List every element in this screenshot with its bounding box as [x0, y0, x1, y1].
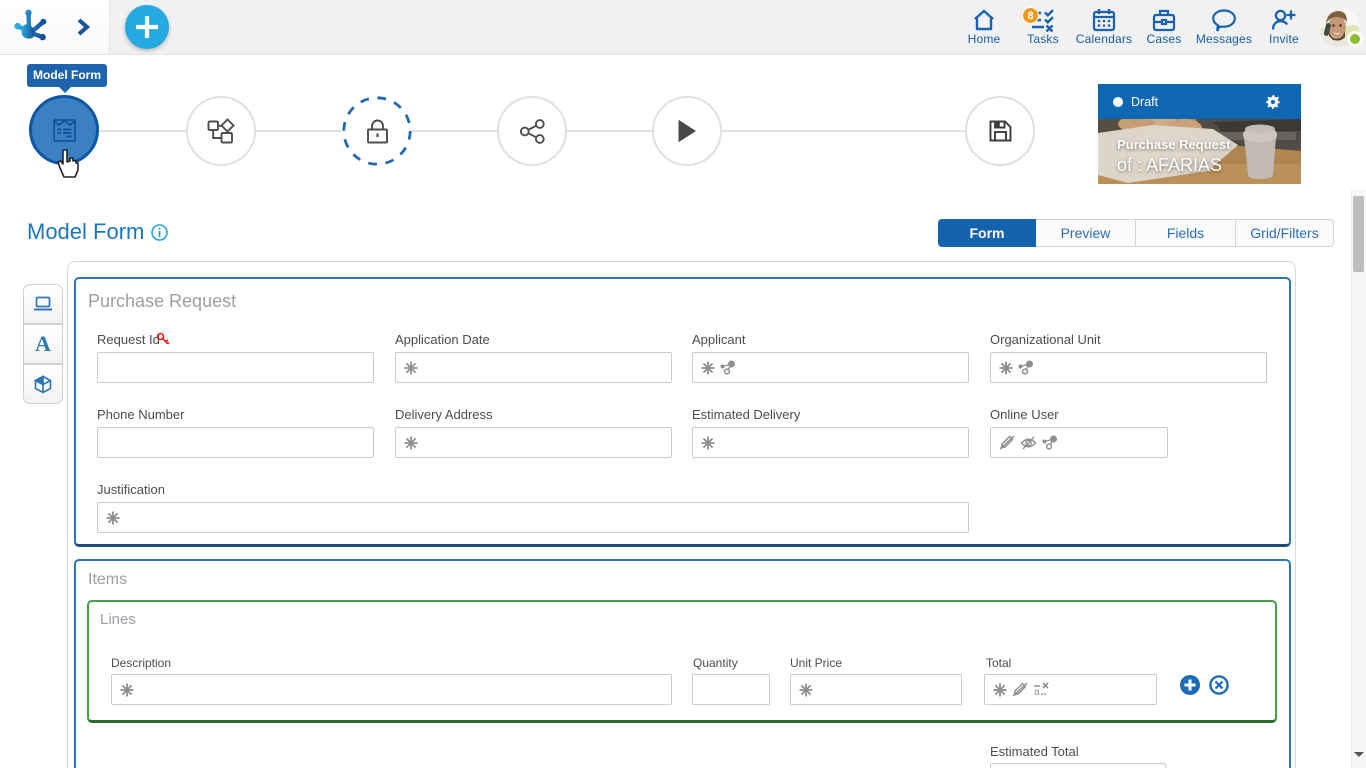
svg-text:a: a — [1034, 687, 1040, 697]
